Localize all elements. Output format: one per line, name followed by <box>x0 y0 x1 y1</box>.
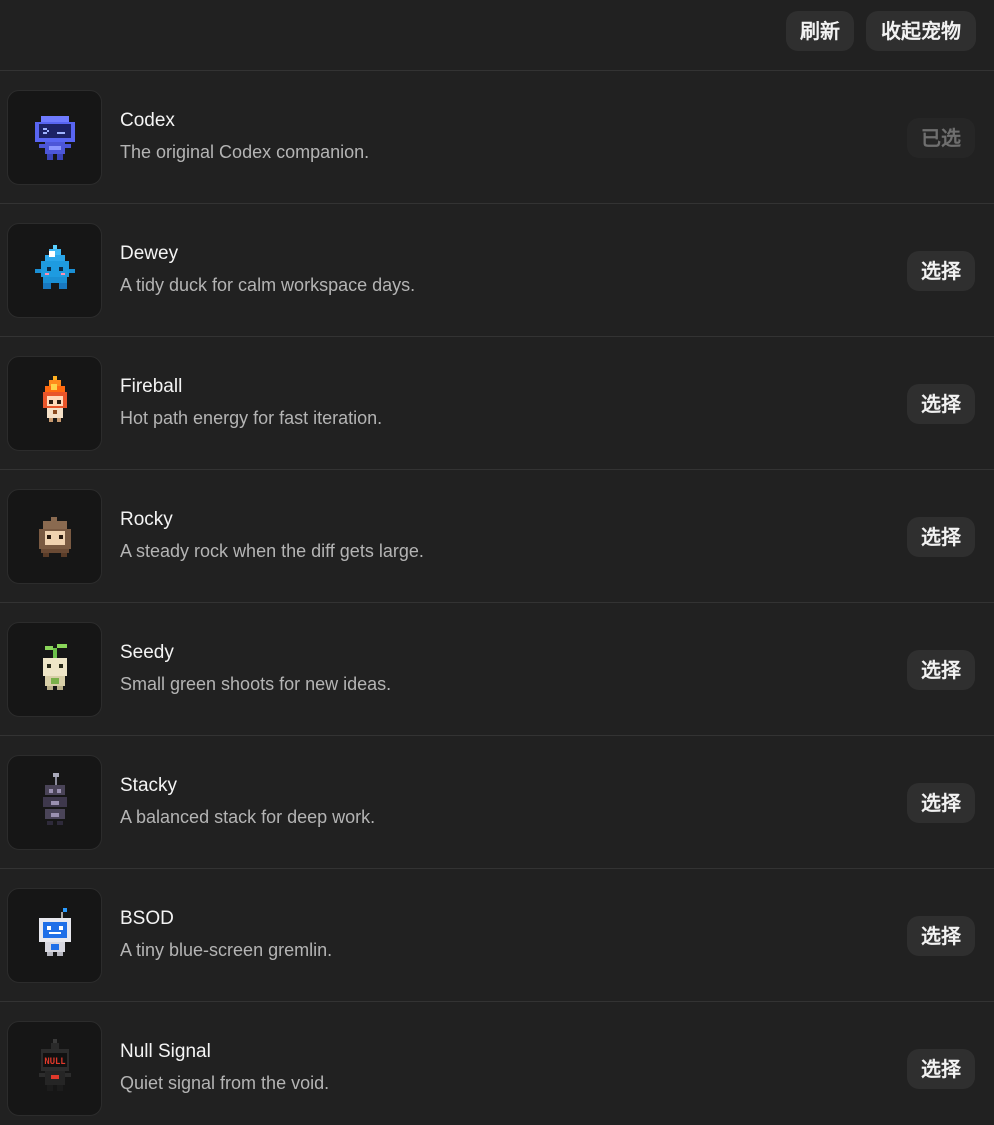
dewey-droplet-icon <box>7 223 102 318</box>
pet-name: Dewey <box>120 243 179 264</box>
pet-description: Small green shoots for new ideas. <box>120 674 392 694</box>
pet-row-dewey: Dewey A tidy duck for calm workspace day… <box>0 204 994 337</box>
top-toolbar: 刷新 收起宠物 <box>0 0 994 71</box>
codex-cloud-icon <box>7 90 102 185</box>
pet-list: Codex The original Codex companion. 已选 D… <box>0 71 994 1125</box>
pet-description: A tidy duck for calm workspace days. <box>120 275 416 295</box>
null-screen-text: NULL <box>44 1057 65 1067</box>
pet-row-codex: Codex The original Codex companion. 已选 <box>0 71 994 204</box>
seedy-sprout-icon <box>7 622 102 717</box>
pet-description: A tiny blue-screen gremlin. <box>120 940 333 960</box>
pet-row-fireball: Fireball Hot path energy for fast iterat… <box>0 337 994 470</box>
pet-name: Seedy <box>120 642 174 663</box>
select-button[interactable]: 选择 <box>907 517 975 557</box>
pet-description: Hot path energy for fast iteration. <box>120 408 383 428</box>
rocky-rock-icon <box>7 489 102 584</box>
bsod-monitor-icon <box>7 888 102 983</box>
pet-row-rocky: Rocky A steady rock when the diff gets l… <box>0 470 994 603</box>
pet-description: A steady rock when the diff gets large. <box>120 541 424 561</box>
select-button[interactable]: 选择 <box>907 916 975 956</box>
pet-row-stacky: Stacky A balanced stack for deep work. 选… <box>0 736 994 869</box>
selected-button[interactable]: 已选 <box>907 118 975 158</box>
select-button[interactable]: 选择 <box>907 1049 975 1089</box>
null-signal-robot-icon: NULL <box>7 1021 102 1116</box>
pet-name: Rocky <box>120 509 173 530</box>
pet-description: Quiet signal from the void. <box>120 1073 330 1093</box>
pet-row-null-signal: NULL Null Signal Quiet signal from the v… <box>0 1002 994 1125</box>
pet-name: Null Signal <box>120 1041 211 1062</box>
pet-row-bsod: BSOD A tiny blue-screen gremlin. 选择 <box>0 869 994 1002</box>
refresh-button[interactable]: 刷新 <box>786 11 854 51</box>
pet-description: The original Codex companion. <box>120 142 370 162</box>
select-button[interactable]: 选择 <box>907 783 975 823</box>
collapse-pets-button[interactable]: 收起宠物 <box>866 11 976 51</box>
pet-name: Fireball <box>120 376 183 397</box>
pet-description: A balanced stack for deep work. <box>120 807 376 827</box>
pet-name: Codex <box>120 110 175 131</box>
pet-name: BSOD <box>120 908 174 929</box>
stacky-stack-icon <box>7 755 102 850</box>
pet-name: Stacky <box>120 775 178 796</box>
pet-row-seedy: Seedy Small green shoots for new ideas. … <box>0 603 994 736</box>
fireball-flame-icon <box>7 356 102 451</box>
select-button[interactable]: 选择 <box>907 384 975 424</box>
select-button[interactable]: 选择 <box>907 251 975 291</box>
select-button[interactable]: 选择 <box>907 650 975 690</box>
